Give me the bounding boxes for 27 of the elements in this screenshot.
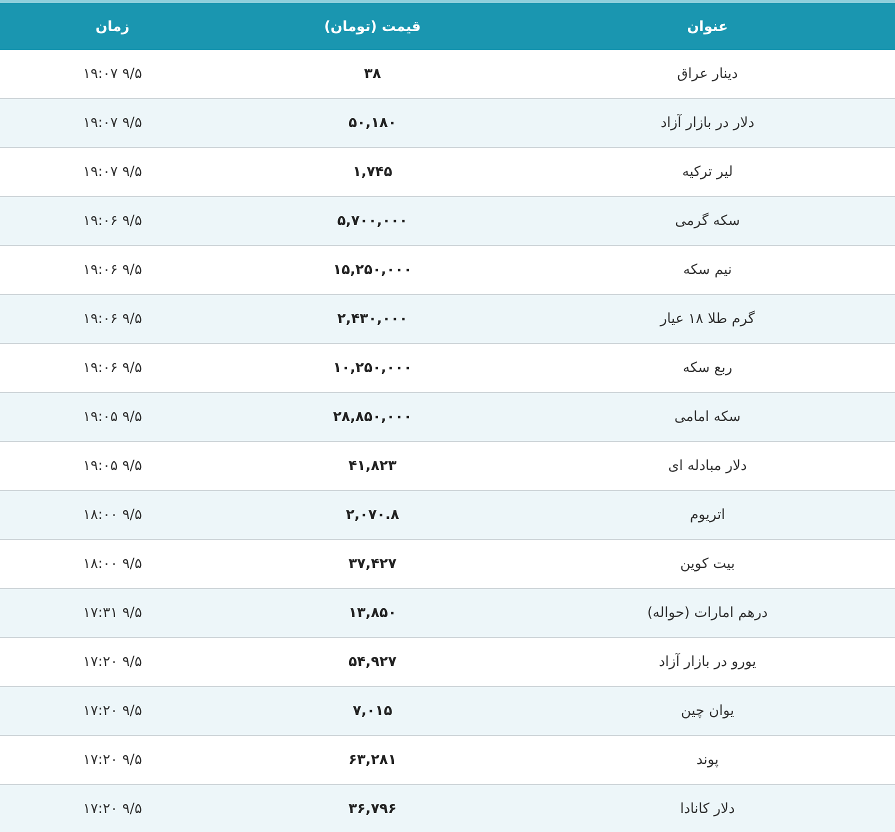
table-cell: ۵۰,۱۸۰ bbox=[225, 98, 520, 148]
table-cell: ۹/۵ ۱۹:۰۷ bbox=[0, 98, 225, 148]
table-cell: سکه گرمی bbox=[520, 196, 895, 246]
table-cell: گرم طلا ۱۸ عیار bbox=[520, 294, 895, 344]
table-cell: ۹/۵ ۱۷:۲۰ bbox=[0, 784, 225, 832]
table-cell: سکه امامی bbox=[520, 392, 895, 442]
table-cell: ۹/۵ ۱۹:۰۶ bbox=[0, 196, 225, 246]
table-cell: ۹/۵ ۱۹:۰۶ bbox=[0, 294, 225, 344]
table-cell: دلار در بازار آزاد bbox=[520, 98, 895, 148]
table-cell: دلار کانادا bbox=[520, 784, 895, 832]
table-cell: ۹/۵ ۱۹:۰۵ bbox=[0, 392, 225, 442]
table-cell: ۲۸,۸۵۰,۰۰۰ bbox=[225, 392, 520, 442]
table-cell: یوان چین bbox=[520, 686, 895, 736]
table-cell: ۱۳,۸۵۰ bbox=[225, 588, 520, 638]
table-cell: ۲,۰۷۰.۸ bbox=[225, 490, 520, 540]
column-header: زمان bbox=[0, 3, 225, 50]
table-cell: ۹/۵ ۱۷:۲۰ bbox=[0, 686, 225, 736]
table-cell: ۲,۴۳۰,۰۰۰ bbox=[225, 294, 520, 344]
table-cell: ۷,۰۱۵ bbox=[225, 686, 520, 736]
table-cell: ۹/۵ ۱۸:۰۰ bbox=[0, 490, 225, 540]
table-cell: ۳۶,۷۹۶ bbox=[225, 784, 520, 832]
table-cell: ۵,۷۰۰,۰۰۰ bbox=[225, 196, 520, 246]
table-cell: درهم امارات (حواله) bbox=[520, 588, 895, 638]
table-cell: ۹/۵ ۱۷:۳۱ bbox=[0, 588, 225, 638]
column-header: قیمت (تومان) bbox=[225, 3, 520, 50]
column-header: عنوان bbox=[520, 3, 895, 50]
table-cell: اتریوم bbox=[520, 490, 895, 540]
